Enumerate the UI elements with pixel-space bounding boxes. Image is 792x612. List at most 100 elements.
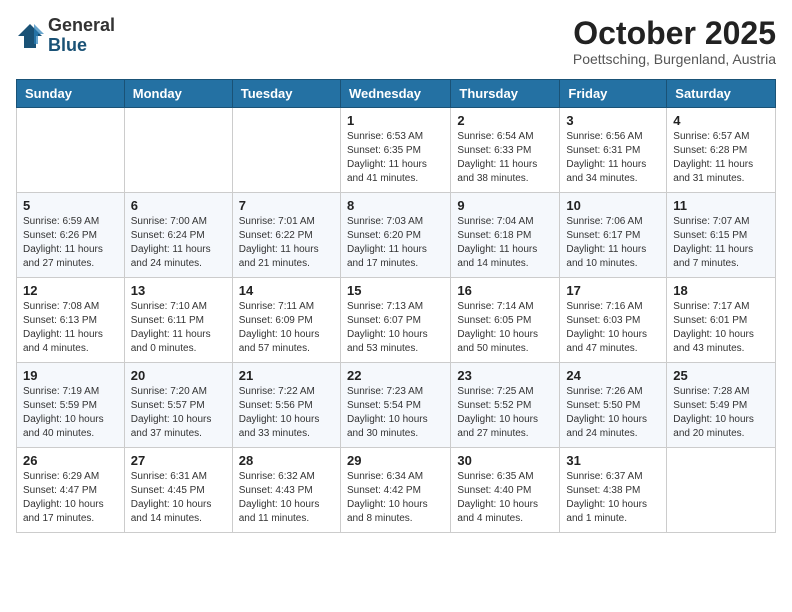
calendar-cell bbox=[17, 108, 125, 193]
calendar-cell: 25 Sunrise: 7:28 AM Sunset: 5:49 PM Dayli… bbox=[667, 363, 776, 448]
day-number: 6 bbox=[131, 198, 226, 213]
day-info: Sunrise: 6:53 AM Sunset: 6:35 PM Dayligh… bbox=[347, 130, 444, 186]
day-info: Sunrise: 7:13 AM Sunset: 6:07 PM Dayligh… bbox=[347, 300, 444, 356]
calendar-cell bbox=[232, 108, 340, 193]
day-info: Sunrise: 7:14 AM Sunset: 6:05 PM Dayligh… bbox=[457, 300, 553, 356]
calendar-cell: 9 Sunrise: 7:04 AM Sunset: 6:18 PM Daylig… bbox=[451, 193, 560, 278]
calendar-week-5: 26 Sunrise: 6:29 AM Sunset: 4:47 PM Dayli… bbox=[17, 448, 776, 533]
calendar-cell: 12 Sunrise: 7:08 AM Sunset: 6:13 PM Dayli… bbox=[17, 278, 125, 363]
calendar-cell: 30Sunrise: 6:35 AM Sunset: 4:40 PM Dayli… bbox=[451, 448, 560, 533]
day-info: Sunrise: 7:25 AM Sunset: 5:52 PM Dayligh… bbox=[457, 385, 553, 441]
day-number: 12 bbox=[23, 283, 118, 298]
calendar-cell: 1Sunrise: 6:53 AM Sunset: 6:35 PM Daylig… bbox=[340, 108, 450, 193]
calendar-week-4: 19 Sunrise: 7:19 AM Sunset: 5:59 PM Dayli… bbox=[17, 363, 776, 448]
day-number: 9 bbox=[457, 198, 553, 213]
day-header-saturday: Saturday bbox=[667, 80, 776, 108]
day-number: 8 bbox=[347, 198, 444, 213]
calendar-cell: 18 Sunrise: 7:17 AM Sunset: 6:01 PM Dayli… bbox=[667, 278, 776, 363]
calendar-cell: 29 Sunrise: 6:34 AM Sunset: 4:42 PM Dayli… bbox=[340, 448, 450, 533]
day-info: Sunrise: 7:23 AM Sunset: 5:54 PM Dayligh… bbox=[347, 385, 444, 441]
calendar-cell: 15 Sunrise: 7:13 AM Sunset: 6:07 PM Dayli… bbox=[340, 278, 450, 363]
day-number: 3 bbox=[566, 113, 660, 128]
month-title: October 2025 bbox=[573, 16, 776, 51]
day-info: Sunrise: 6:29 AM Sunset: 4:47 PM Dayligh… bbox=[23, 470, 118, 526]
day-number: 26 bbox=[23, 453, 118, 468]
day-header-wednesday: Wednesday bbox=[340, 80, 450, 108]
day-number: 20 bbox=[131, 368, 226, 383]
calendar-cell: 31 Sunrise: 6:37 AM Sunset: 4:38 PM Dayli… bbox=[560, 448, 667, 533]
day-number: 25 bbox=[673, 368, 769, 383]
day-info: Sunrise: 7:06 AM Sunset: 6:17 PM Dayligh… bbox=[566, 215, 660, 271]
calendar-cell: 5Sunrise: 6:59 AM Sunset: 6:26 PM Daylig… bbox=[17, 193, 125, 278]
day-number: 16 bbox=[457, 283, 553, 298]
day-number: 13 bbox=[131, 283, 226, 298]
day-number: 19 bbox=[23, 368, 118, 383]
day-info: Sunrise: 7:03 AM Sunset: 6:20 PM Dayligh… bbox=[347, 215, 444, 271]
day-info: Sunrise: 6:34 AM Sunset: 4:42 PM Dayligh… bbox=[347, 470, 444, 526]
day-number: 15 bbox=[347, 283, 444, 298]
day-info: Sunrise: 7:10 AM Sunset: 6:11 PM Dayligh… bbox=[131, 300, 226, 356]
calendar-cell bbox=[667, 448, 776, 533]
calendar-cell: 3 Sunrise: 6:56 AM Sunset: 6:31 PM Daylig… bbox=[560, 108, 667, 193]
page-header: General Blue October 2025 Poettsching, B… bbox=[16, 16, 776, 67]
day-info: Sunrise: 7:11 AM Sunset: 6:09 PM Dayligh… bbox=[239, 300, 334, 356]
calendar-cell: 13 Sunrise: 7:10 AM Sunset: 6:11 PM Dayli… bbox=[124, 278, 232, 363]
day-number: 7 bbox=[239, 198, 334, 213]
day-header-sunday: Sunday bbox=[17, 80, 125, 108]
logo-text: General Blue bbox=[48, 16, 115, 56]
location: Poettsching, Burgenland, Austria bbox=[573, 51, 776, 67]
calendar-cell: 7 Sunrise: 7:01 AM Sunset: 6:22 PM Daylig… bbox=[232, 193, 340, 278]
day-header-thursday: Thursday bbox=[451, 80, 560, 108]
calendar-cell: 11Sunrise: 7:07 AM Sunset: 6:15 PM Dayli… bbox=[667, 193, 776, 278]
logo-icon bbox=[16, 22, 44, 50]
calendar-cell: 6 Sunrise: 7:00 AM Sunset: 6:24 PM Daylig… bbox=[124, 193, 232, 278]
day-info: Sunrise: 7:28 AM Sunset: 5:49 PM Dayligh… bbox=[673, 385, 769, 441]
day-number: 31 bbox=[566, 453, 660, 468]
calendar-cell: 19 Sunrise: 7:19 AM Sunset: 5:59 PM Dayli… bbox=[17, 363, 125, 448]
calendar-cell bbox=[124, 108, 232, 193]
day-number: 21 bbox=[239, 368, 334, 383]
logo: General Blue bbox=[16, 16, 115, 56]
day-info: Sunrise: 6:59 AM Sunset: 6:26 PM Dayligh… bbox=[23, 215, 118, 271]
day-info: Sunrise: 6:32 AM Sunset: 4:43 PM Dayligh… bbox=[239, 470, 334, 526]
day-number: 18 bbox=[673, 283, 769, 298]
day-info: Sunrise: 7:00 AM Sunset: 6:24 PM Dayligh… bbox=[131, 215, 226, 271]
day-header-tuesday: Tuesday bbox=[232, 80, 340, 108]
day-number: 14 bbox=[239, 283, 334, 298]
title-block: October 2025 Poettsching, Burgenland, Au… bbox=[573, 16, 776, 67]
day-number: 10 bbox=[566, 198, 660, 213]
day-info: Sunrise: 6:56 AM Sunset: 6:31 PM Dayligh… bbox=[566, 130, 660, 186]
calendar-cell: 2Sunrise: 6:54 AM Sunset: 6:33 PM Daylig… bbox=[451, 108, 560, 193]
calendar-cell: 8 Sunrise: 7:03 AM Sunset: 6:20 PM Daylig… bbox=[340, 193, 450, 278]
calendar-cell: 24 Sunrise: 7:26 AM Sunset: 5:50 PM Dayli… bbox=[560, 363, 667, 448]
day-number: 28 bbox=[239, 453, 334, 468]
day-info: Sunrise: 7:01 AM Sunset: 6:22 PM Dayligh… bbox=[239, 215, 334, 271]
calendar-cell: 20Sunrise: 7:20 AM Sunset: 5:57 PM Dayli… bbox=[124, 363, 232, 448]
calendar-cell: 16 Sunrise: 7:14 AM Sunset: 6:05 PM Dayli… bbox=[451, 278, 560, 363]
day-info: Sunrise: 7:04 AM Sunset: 6:18 PM Dayligh… bbox=[457, 215, 553, 271]
calendar-cell: 23Sunrise: 7:25 AM Sunset: 5:52 PM Dayli… bbox=[451, 363, 560, 448]
day-number: 22 bbox=[347, 368, 444, 383]
day-number: 11 bbox=[673, 198, 769, 213]
day-number: 29 bbox=[347, 453, 444, 468]
day-info: Sunrise: 7:19 AM Sunset: 5:59 PM Dayligh… bbox=[23, 385, 118, 441]
day-info: Sunrise: 7:17 AM Sunset: 6:01 PM Dayligh… bbox=[673, 300, 769, 356]
day-number: 24 bbox=[566, 368, 660, 383]
day-info: Sunrise: 6:57 AM Sunset: 6:28 PM Dayligh… bbox=[673, 130, 769, 186]
calendar-cell: 4 Sunrise: 6:57 AM Sunset: 6:28 PM Daylig… bbox=[667, 108, 776, 193]
day-info: Sunrise: 7:08 AM Sunset: 6:13 PM Dayligh… bbox=[23, 300, 118, 356]
calendar-cell: 28 Sunrise: 6:32 AM Sunset: 4:43 PM Dayli… bbox=[232, 448, 340, 533]
calendar-week-1: 1Sunrise: 6:53 AM Sunset: 6:35 PM Daylig… bbox=[17, 108, 776, 193]
day-number: 4 bbox=[673, 113, 769, 128]
day-info: Sunrise: 7:26 AM Sunset: 5:50 PM Dayligh… bbox=[566, 385, 660, 441]
calendar-cell: 27Sunrise: 6:31 AM Sunset: 4:45 PM Dayli… bbox=[124, 448, 232, 533]
day-number: 2 bbox=[457, 113, 553, 128]
day-info: Sunrise: 6:37 AM Sunset: 4:38 PM Dayligh… bbox=[566, 470, 660, 526]
day-number: 30 bbox=[457, 453, 553, 468]
logo-blue-text: Blue bbox=[48, 36, 115, 56]
logo-general-text: General bbox=[48, 16, 115, 36]
day-header-monday: Monday bbox=[124, 80, 232, 108]
calendar-cell: 14 Sunrise: 7:11 AM Sunset: 6:09 PM Dayli… bbox=[232, 278, 340, 363]
calendar-week-2: 5Sunrise: 6:59 AM Sunset: 6:26 PM Daylig… bbox=[17, 193, 776, 278]
calendar-header-row: SundayMondayTuesdayWednesdayThursdayFrid… bbox=[17, 80, 776, 108]
